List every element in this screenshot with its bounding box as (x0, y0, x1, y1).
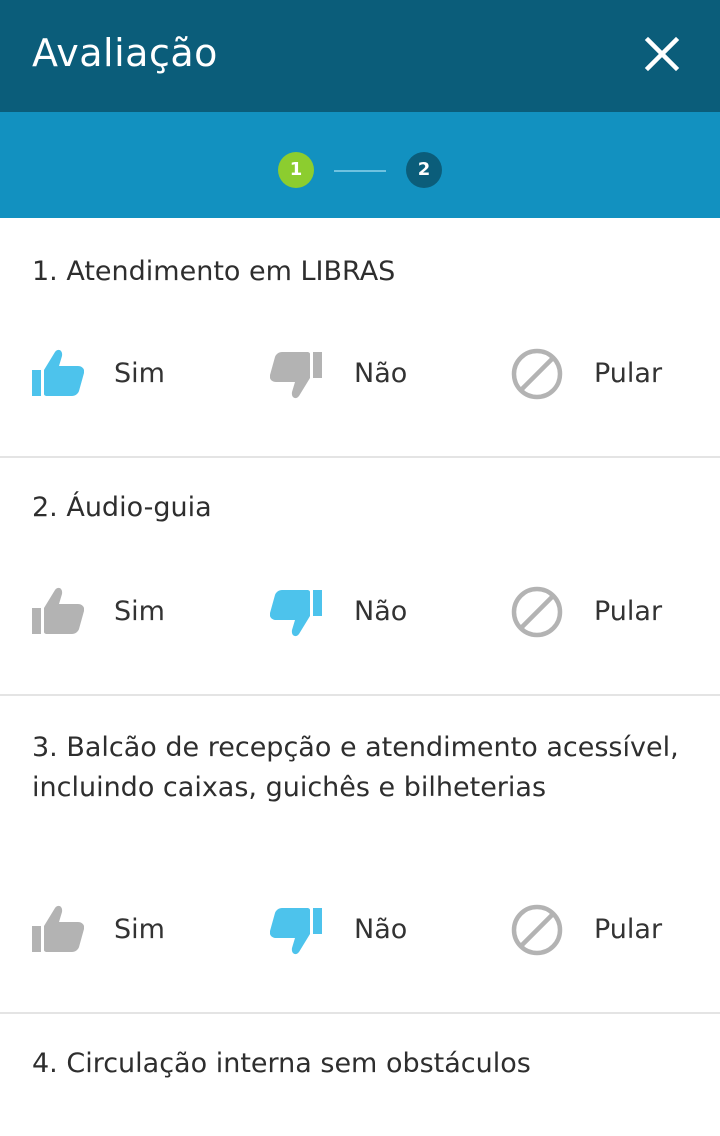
option-sim[interactable]: Sim (30, 344, 230, 404)
close-button[interactable] (636, 28, 688, 80)
close-icon (644, 36, 680, 72)
app-bar: Avaliação (0, 0, 720, 112)
option-label: Pular (594, 358, 663, 389)
question-item: 3. Balcão de recepção e atendimento aces… (0, 696, 720, 1014)
skip-icon (511, 348, 563, 400)
question-title: 2. Áudio-guia (32, 492, 212, 523)
question-title: 4. Circulação interna sem obstáculos (32, 1048, 531, 1079)
option-label: Sim (114, 358, 165, 389)
skip-icon (511, 904, 563, 956)
option-nao[interactable]: Não (270, 900, 470, 960)
step-connector (334, 170, 386, 172)
thumbs-up-icon (32, 349, 84, 396)
stepper: 1 2 (0, 112, 720, 218)
option-label: Não (354, 914, 408, 945)
option-label: Sim (114, 596, 165, 627)
page-title: Avaliação (32, 31, 218, 75)
thumbs-down-icon (270, 908, 322, 955)
option-sim[interactable]: Sim (30, 900, 230, 960)
question-item: 1. Atendimento em LIBRAS Sim Não Pular (0, 218, 720, 458)
option-label: Sim (114, 914, 165, 945)
option-pular[interactable]: Pular (510, 344, 710, 404)
option-nao[interactable]: Não (270, 582, 470, 642)
option-sim[interactable]: Sim (30, 582, 230, 642)
thumbs-down-icon (270, 352, 322, 399)
option-label: Não (354, 358, 408, 389)
option-nao[interactable]: Não (270, 344, 470, 404)
step-1-indicator[interactable]: 1 (278, 152, 314, 188)
question-title: 1. Atendimento em LIBRAS (32, 256, 396, 287)
option-label: Pular (594, 596, 663, 627)
thumbs-down-icon (270, 590, 322, 637)
option-label: Não (354, 596, 408, 627)
option-pular[interactable]: Pular (510, 900, 710, 960)
thumbs-up-icon (32, 587, 84, 634)
thumbs-up-icon (32, 905, 84, 952)
step-2-indicator[interactable]: 2 (406, 152, 442, 188)
question-title: 3. Balcão de recepção e atendimento aces… (32, 732, 679, 803)
option-pular[interactable]: Pular (510, 582, 710, 642)
question-item: 4. Circulação interna sem obstáculos (0, 1014, 720, 1136)
skip-icon (511, 586, 563, 638)
option-label: Pular (594, 914, 663, 945)
question-item: 2. Áudio-guia Sim Não Pular (0, 458, 720, 696)
